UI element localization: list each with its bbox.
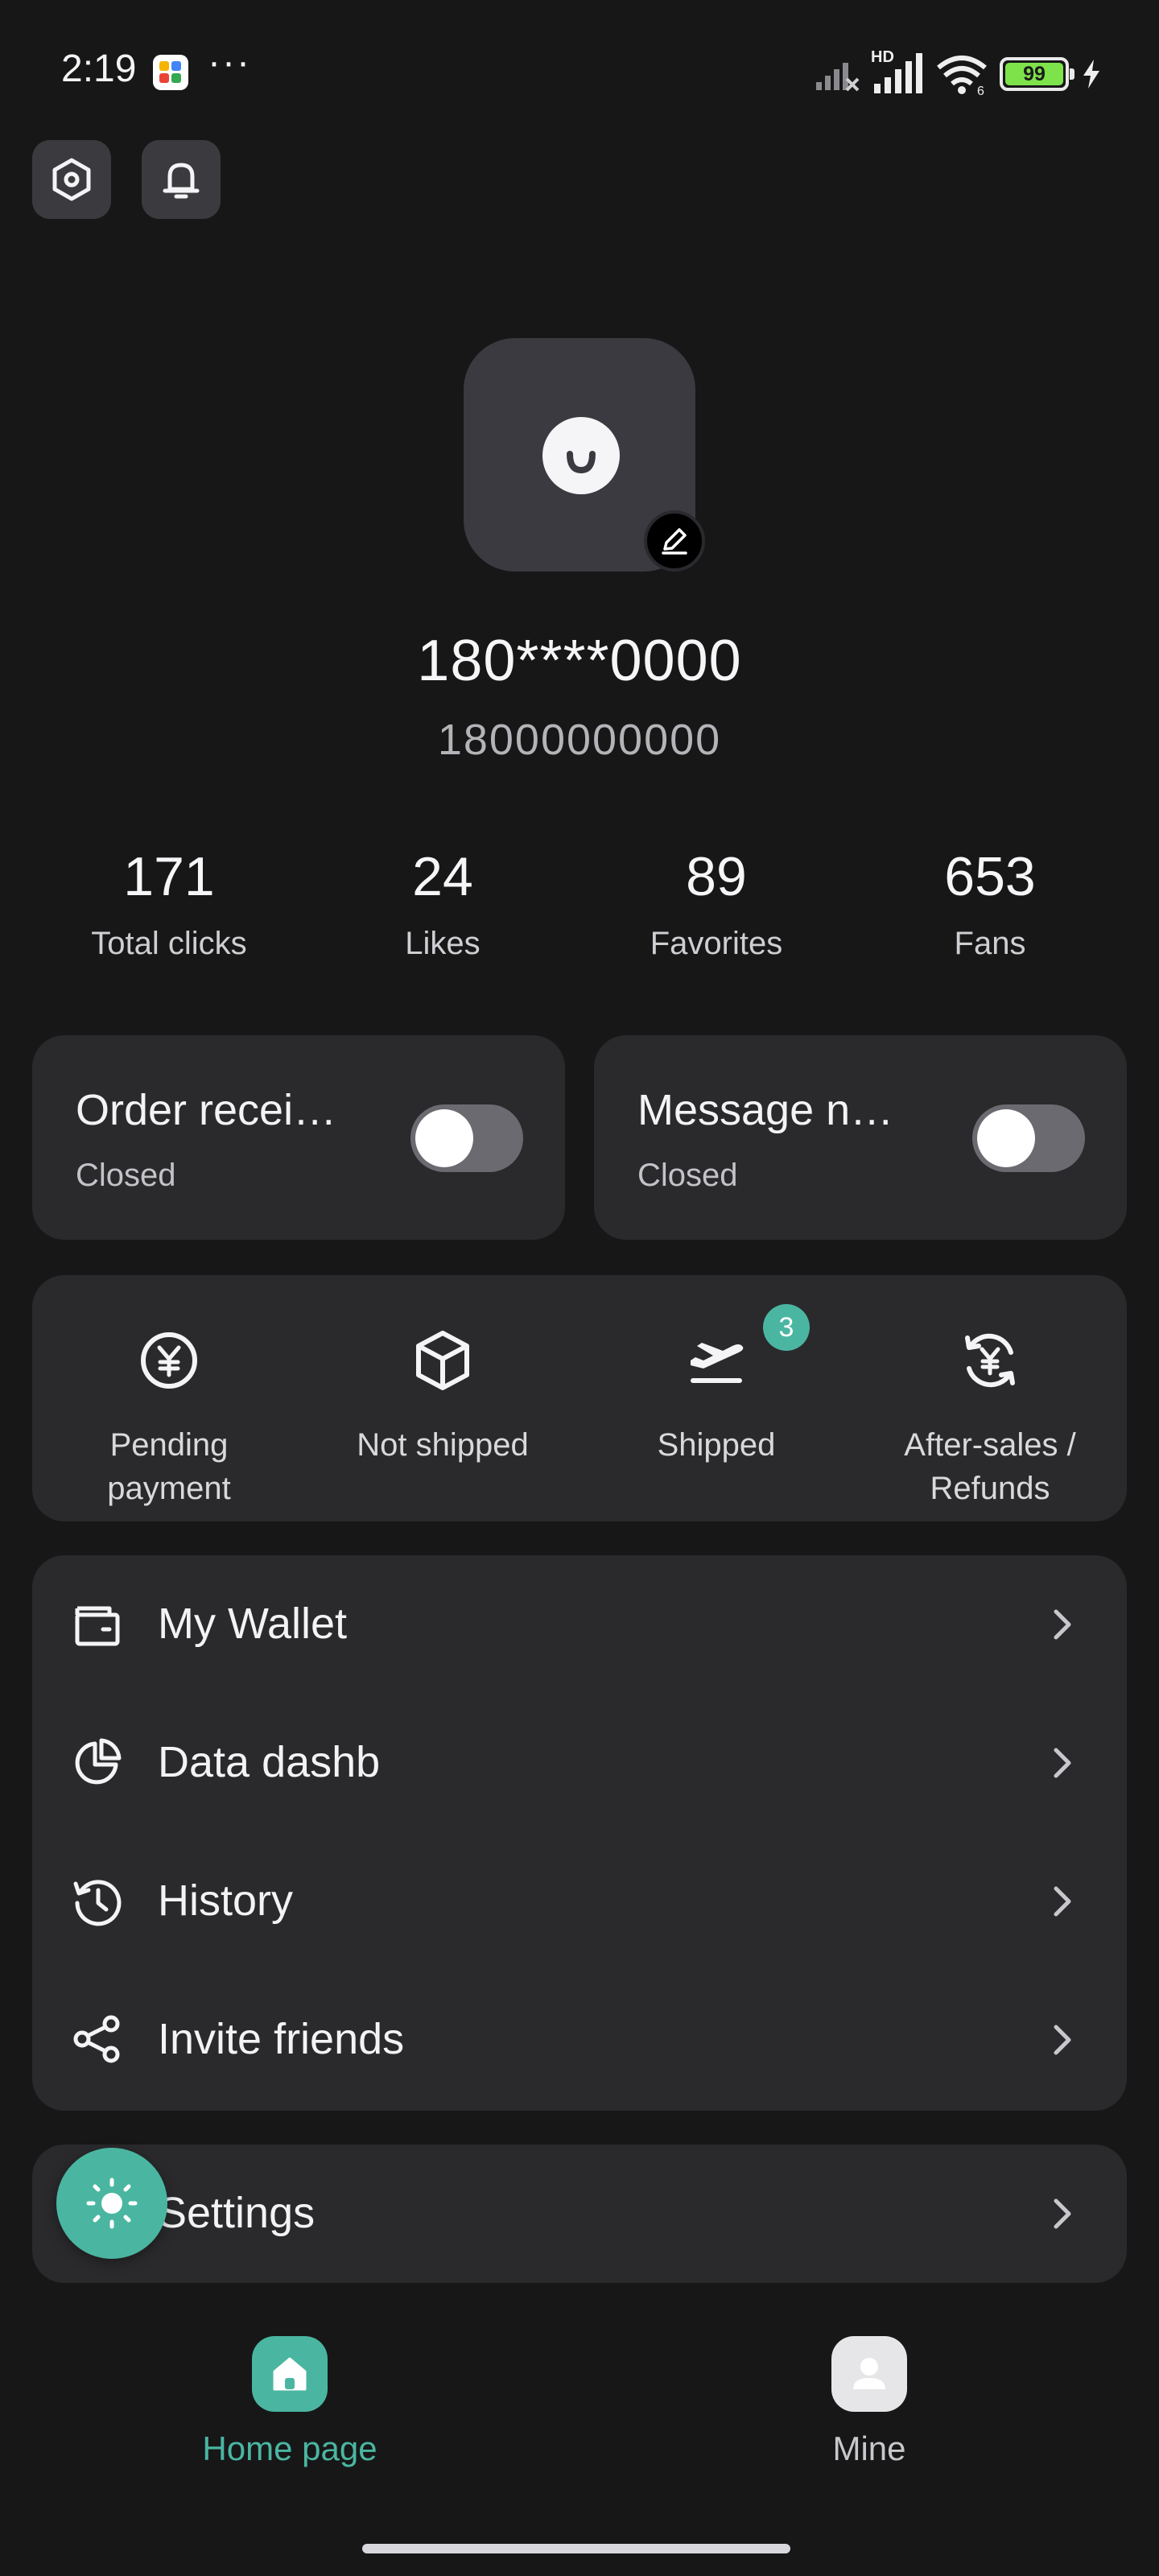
share-icon xyxy=(73,2015,120,2063)
stat-label: Fans xyxy=(954,926,1026,961)
more-notifications-icon: ··· xyxy=(208,41,251,84)
order-label: Not shipped xyxy=(357,1427,529,1463)
avatar-face-icon xyxy=(542,417,620,494)
wallet-icon xyxy=(75,1606,120,1646)
svg-text:6: 6 xyxy=(977,85,984,95)
switch-knob xyxy=(415,1109,473,1167)
home-icon xyxy=(252,2336,328,2412)
theme-toggle-button[interactable] xyxy=(56,2148,167,2259)
stat-fans[interactable]: 653 Fans xyxy=(853,845,1127,962)
settings-shortcut-button[interactable] xyxy=(32,140,111,219)
wifi-icon: 6 xyxy=(937,56,987,95)
order-after-sales[interactable]: After-sales / Refunds xyxy=(853,1275,1127,1521)
order-shipped[interactable]: 3 Shipped xyxy=(580,1275,853,1521)
toggle-title: Order recei… xyxy=(76,1086,337,1134)
menu-item-history[interactable]: History xyxy=(32,1834,1127,1972)
menu-label: Invite friends xyxy=(158,2015,405,2063)
menu-label: History xyxy=(158,1876,294,1925)
yen-circle-icon xyxy=(141,1332,197,1389)
menu-item-data-dashboard[interactable]: Data dashb xyxy=(32,1695,1127,1834)
order-receipt-switch[interactable] xyxy=(410,1104,523,1172)
stat-value: 24 xyxy=(412,846,473,907)
stat-total-clicks[interactable]: 171 Total clicks xyxy=(32,845,306,962)
signal-icon: HD xyxy=(871,48,924,97)
order-receipt-card: Order recei… Closed xyxy=(32,1035,565,1240)
menu-label: My Wallet xyxy=(158,1600,348,1648)
bell-icon xyxy=(163,163,200,199)
menu-item-invite-friends[interactable]: Invite friends xyxy=(32,1972,1127,2111)
stat-label: Favorites xyxy=(650,926,783,961)
battery-level: 99 xyxy=(1005,63,1063,85)
status-time: 2:19 xyxy=(61,47,137,90)
yen-refresh-icon xyxy=(965,1333,1015,1388)
settings-label: Settings xyxy=(158,2189,316,2237)
stat-likes[interactable]: 24 Likes xyxy=(306,845,580,962)
sun-icon xyxy=(86,2178,138,2229)
order-label: After-sales / Refunds xyxy=(904,1427,1076,1506)
chevron-right-icon xyxy=(1054,1748,1071,1778)
chevron-right-icon xyxy=(1054,2198,1071,2229)
profile-name: 180****0000 xyxy=(417,629,742,693)
menu-card: My Wallet Data dashb History Invite frie… xyxy=(32,1555,1127,2111)
stat-favorites[interactable]: 89 Favorites xyxy=(580,845,853,962)
stat-value: 653 xyxy=(944,846,1036,907)
stat-value: 171 xyxy=(123,846,215,907)
settings-hex-icon xyxy=(52,158,91,201)
toggle-status: Closed xyxy=(637,1158,738,1193)
history-icon xyxy=(73,1880,122,1926)
message-notification-switch[interactable] xyxy=(972,1104,1085,1172)
plane-takeoff-icon xyxy=(691,1343,744,1383)
pie-chart-icon xyxy=(75,1738,122,1785)
box-icon xyxy=(416,1331,469,1390)
pencil-icon xyxy=(662,528,687,555)
message-notification-card: Message n… Closed xyxy=(594,1035,1127,1240)
person-icon xyxy=(831,2336,907,2412)
stats-row: 171 Total clicks 24 Likes 89 Favorites 6… xyxy=(32,845,1127,962)
stat-label: Likes xyxy=(405,926,481,961)
switch-knob xyxy=(977,1109,1035,1167)
bottom-nav: Home page Mine xyxy=(0,2318,1159,2576)
shipped-count-badge: 3 xyxy=(763,1304,810,1351)
toggle-status: Closed xyxy=(76,1158,176,1193)
nav-label: Home page xyxy=(202,2429,377,2467)
status-bar: 2:19 ··· HD 6 99 xyxy=(0,0,1159,145)
profile-phone: 18000000000 xyxy=(437,716,722,764)
order-not-shipped[interactable]: Not shipped xyxy=(306,1275,580,1521)
chevron-right-icon xyxy=(1054,1886,1071,1917)
tab-mine[interactable]: Mine xyxy=(724,2336,1014,2468)
order-label: Pending payment xyxy=(107,1427,231,1506)
stat-value: 89 xyxy=(686,846,747,907)
notifications-button[interactable] xyxy=(142,140,221,219)
order-pending-payment[interactable]: Pending payment xyxy=(32,1275,306,1521)
edit-avatar-button[interactable] xyxy=(644,510,705,572)
menu-item-my-wallet[interactable]: My Wallet xyxy=(32,1557,1127,1695)
orders-card: Pending payment Not shipped 3 Shipped Af… xyxy=(32,1275,1127,1521)
stat-label: Total clicks xyxy=(91,926,247,961)
battery-icon: 99 xyxy=(1000,57,1074,91)
menu-item-settings[interactable]: Settings xyxy=(32,2145,1127,2283)
app-notification-icon xyxy=(153,55,188,90)
signal-off-icon xyxy=(816,63,860,92)
home-indicator[interactable] xyxy=(362,2544,790,2553)
charging-icon xyxy=(1083,60,1099,89)
menu-label: Data dashb xyxy=(158,1738,381,1786)
toggle-title: Message n… xyxy=(637,1086,894,1134)
nav-label: Mine xyxy=(832,2429,906,2467)
tab-home-page[interactable]: Home page xyxy=(145,2336,435,2468)
chevron-right-icon xyxy=(1054,2025,1071,2055)
chevron-right-icon xyxy=(1054,1609,1071,1640)
order-label: Shipped xyxy=(657,1427,776,1463)
status-indicators: HD 6 99 xyxy=(815,48,1103,97)
